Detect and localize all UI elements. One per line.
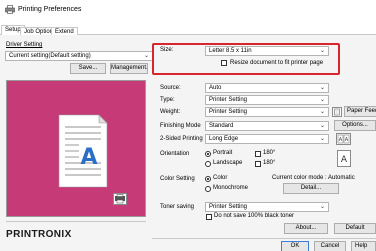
two-sided-select[interactable]: Long Edge ⌄ (205, 134, 329, 144)
detail-button[interactable]: Detail... (283, 183, 339, 194)
color-label: Color (213, 175, 228, 181)
two-sided-label: 2-Sided Printing (160, 136, 203, 142)
svg-text:A: A (80, 145, 97, 170)
type-value: Printer Setting (209, 97, 248, 103)
tab-strip: Setup Job Options Extend (0, 24, 376, 36)
paper-feed-icon (332, 107, 342, 117)
color-radio[interactable] (205, 176, 211, 182)
toner-saving-label: Toner saving (160, 204, 195, 210)
driver-setting-select[interactable]: Current setting(Default setting) ⌄ (5, 51, 153, 61)
management-button[interactable]: Management... (110, 63, 148, 74)
paper-feed-options-button[interactable]: Paper Feed Options... (344, 106, 376, 117)
chevron-down-icon: ⌄ (143, 53, 149, 59)
type-select[interactable]: Printer Setting ⌄ (205, 95, 329, 105)
rotate-180-label: 180° (263, 150, 276, 156)
svg-text:A: A (341, 155, 348, 165)
finishing-mode-select[interactable]: Standard ⌄ (205, 121, 329, 131)
chevron-down-icon: ⌄ (319, 109, 325, 115)
chevron-down-icon: ⌄ (319, 204, 325, 210)
chevron-down-icon: ⌄ (319, 48, 325, 54)
divider (6, 221, 146, 222)
chevron-down-icon: ⌄ (319, 123, 325, 129)
toner-saving-value: Printer Setting (209, 204, 248, 210)
finishing-mode-value: Standard (209, 123, 234, 129)
chevron-down-icon: ⌄ (319, 85, 325, 91)
svg-text:A: A (339, 137, 343, 143)
rotate-180-landscape-label: 180° (263, 160, 276, 166)
help-button[interactable]: Help (351, 241, 376, 251)
type-label: Type: (160, 97, 175, 103)
about-button[interactable]: About... (284, 223, 328, 234)
resize-checkbox[interactable] (221, 60, 227, 66)
chevron-down-icon: ⌄ (319, 97, 325, 103)
chevron-down-icon: ⌄ (319, 136, 325, 142)
orientation-preview-icon: A (337, 150, 351, 167)
brand-logo: PRINTRONIX (6, 229, 72, 240)
window-title: Printing Preferences (18, 6, 82, 13)
weight-label: Weight: (160, 109, 181, 115)
options-button[interactable]: Options... (334, 120, 376, 131)
two-sided-value: Long Edge (209, 136, 239, 142)
footer-divider (152, 238, 376, 239)
current-color-mode-text: Current color mode : Automatic (272, 175, 355, 181)
landscape-radio[interactable] (205, 161, 211, 167)
default-button[interactable]: Default (334, 223, 376, 234)
cancel-button[interactable]: Cancel (314, 241, 346, 251)
rotate-180-landscape-checkbox[interactable] (255, 161, 261, 167)
source-value: Auto (209, 85, 222, 91)
title-bar: Printing Preferences (0, 0, 376, 20)
duplex-icon: AA (336, 133, 351, 145)
no-black-save-label: Do not save 100% black toner (214, 213, 295, 219)
resize-label: Resize document to fit printer page (230, 60, 324, 66)
source-select[interactable]: Auto ⌄ (205, 83, 329, 93)
size-label: Size: (160, 47, 174, 53)
size-value: Letter 8.5 x 11in (209, 48, 252, 54)
monochrome-radio[interactable] (205, 186, 211, 192)
weight-select[interactable]: Printer Setting ⌄ (205, 107, 329, 117)
ok-button[interactable]: OK (281, 241, 309, 251)
driver-setting-label: Driver Setting (6, 42, 43, 48)
printer-icon (5, 5, 15, 14)
svg-text:A: A (345, 137, 349, 143)
landscape-label: Landscape (213, 160, 243, 166)
driver-setting-value: Current setting(Default setting) (9, 53, 91, 59)
portrait-label: Portrait (213, 150, 233, 156)
rotate-180-checkbox[interactable] (255, 151, 261, 157)
weight-value: Printer Setting (209, 109, 248, 115)
source-label: Source: (160, 85, 181, 91)
size-select[interactable]: Letter 8.5 x 11in ⌄ (205, 46, 329, 56)
save-button[interactable]: Save... (70, 63, 106, 74)
finishing-mode-label: Finishing Mode (160, 123, 201, 129)
printer-status-icon (113, 193, 127, 205)
portrait-radio[interactable] (205, 151, 211, 157)
monochrome-label: Monochrome (213, 185, 249, 191)
color-setting-label: Color Setting (160, 176, 195, 182)
orientation-label: Orientation (160, 151, 190, 157)
setup-tab-panel: Driver Setting Current setting(Default s… (0, 35, 376, 251)
toner-saving-select[interactable]: Printer Setting ⌄ (205, 202, 329, 212)
no-black-save-checkbox[interactable] (206, 214, 212, 220)
